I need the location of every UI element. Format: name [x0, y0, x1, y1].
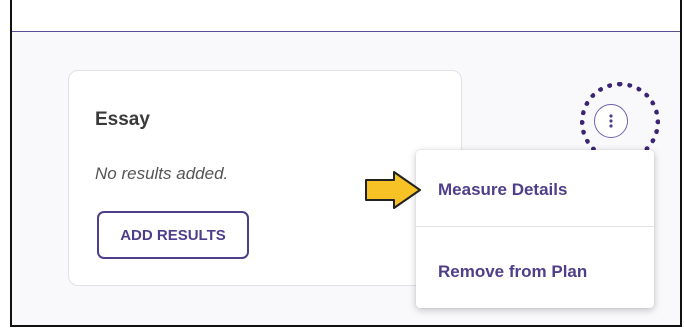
add-results-button[interactable]: ADD RESULTS: [97, 211, 249, 259]
app-frame: Essay No results added. ADD RESULTS Meas…: [10, 0, 682, 327]
menu-divider: [416, 226, 654, 227]
menu-item-measure-details[interactable]: Measure Details: [416, 180, 654, 200]
header-strip: [12, 0, 680, 32]
options-menu: Measure Details Remove from Plan: [416, 150, 654, 308]
more-options-button[interactable]: [594, 104, 628, 138]
no-results-text: No results added.: [95, 164, 229, 183]
menu-item-remove-from-plan[interactable]: Remove from Plan: [416, 262, 654, 282]
pointer-arrow-icon: [365, 171, 421, 209]
card-title: Essay: [95, 109, 150, 130]
kebab-vertical-icon: [609, 114, 613, 128]
